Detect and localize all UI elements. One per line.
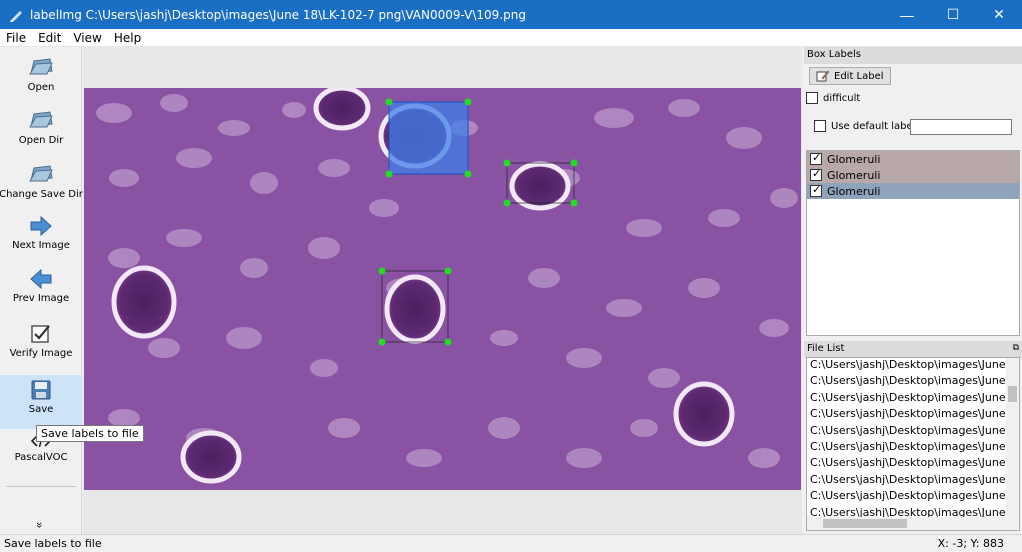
change-save-dir-button[interactable]: Change Save Dir — [0, 160, 83, 200]
title-bar: labelImg C:\Users\jashj\Desktop\images\J… — [0, 0, 1022, 29]
next-image-label: Next Image — [12, 240, 70, 251]
label-item-text: Glomeruli — [827, 184, 881, 198]
minimize-button[interactable]: — — [884, 0, 930, 29]
label-list-item[interactable]: Glomeruli — [807, 183, 1019, 199]
checkbox-icon — [31, 325, 50, 343]
toolbar-more-icon[interactable]: » — [33, 522, 45, 528]
app-icon — [10, 10, 22, 22]
cursor-coordinates: X: -3; Y: 883 — [937, 537, 1004, 550]
label-visible-checkbox[interactable] — [810, 167, 822, 181]
file-list-title: File List — [807, 343, 845, 354]
window-title: labelImg C:\Users\jashj\Desktop\images\J… — [30, 7, 526, 22]
change-save-dir-label: Change Save Dir — [0, 189, 83, 200]
label-list-item[interactable]: Glomeruli — [807, 151, 1019, 167]
edit-label-text: Edit Label — [834, 70, 884, 82]
file-list-title-bar: File List ⧉ — [804, 341, 1022, 358]
file-list-item[interactable]: C:\Users\jashj\Desktop\images\June 18 — [807, 456, 1019, 472]
edit-label-button[interactable]: Edit Label — [809, 67, 891, 85]
menu-edit[interactable]: Edit — [32, 31, 67, 45]
file-list-item[interactable]: C:\Users\jashj\Desktop\images\June 18 — [807, 391, 1019, 407]
file-list-item[interactable]: C:\Users\jashj\Desktop\images\June 18 — [807, 440, 1019, 456]
save-label: Save — [28, 404, 54, 415]
use-default-label-label: Use default label — [831, 120, 916, 132]
arrow-right-icon — [30, 215, 52, 237]
box-labels-title: Box Labels — [804, 47, 1022, 64]
left-toolbar: Open Open Dir Change Save Dir Next Image… — [0, 47, 83, 534]
file-list[interactable]: C:\Users\jashj\Desktop\images\June 18 C:… — [806, 357, 1020, 531]
verify-image-button[interactable]: Verify Image — [0, 323, 82, 359]
difficult-checkbox[interactable] — [806, 92, 818, 104]
file-list-item[interactable]: C:\Users\jashj\Desktop\images\June 18 — [807, 489, 1019, 505]
file-list-item[interactable]: C:\Users\jashj\Desktop\images\June 18 — [807, 358, 1019, 374]
histology-image — [84, 88, 801, 490]
menu-bar: File Edit View Help — [0, 29, 1022, 47]
open-dir-button[interactable]: Open Dir — [0, 106, 82, 146]
toolbar-divider — [6, 486, 76, 487]
maximize-button[interactable]: ☐ — [930, 0, 976, 29]
menu-file[interactable]: File — [0, 31, 32, 45]
label-item-text: Glomeruli — [827, 152, 881, 166]
prev-image-label: Prev Image — [12, 293, 70, 304]
folder-icon — [29, 58, 53, 75]
label-visible-checkbox[interactable] — [810, 151, 822, 165]
close-button[interactable]: ✕ — [976, 0, 1022, 29]
floppy-icon — [31, 380, 51, 400]
folder-icon — [29, 165, 53, 182]
file-list-hscrollbar[interactable] — [807, 517, 1019, 530]
use-default-label-checkbox[interactable] — [814, 120, 826, 132]
open-label: Open — [27, 82, 55, 93]
edit-icon — [816, 70, 830, 82]
canvas-area[interactable] — [83, 47, 802, 534]
label-list-item[interactable]: Glomeruli — [807, 167, 1019, 183]
file-list-item[interactable]: C:\Users\jashj\Desktop\images\June 18 — [807, 424, 1019, 440]
menu-help[interactable]: Help — [108, 31, 147, 45]
prev-image-button[interactable]: Prev Image — [0, 268, 82, 304]
file-list-item[interactable]: C:\Users\jashj\Desktop\images\June 18 — [807, 407, 1019, 423]
save-button[interactable]: Save — [0, 375, 82, 429]
default-label-input[interactable] — [910, 119, 1012, 135]
label-item-text: Glomeruli — [827, 168, 881, 182]
file-list-item[interactable]: C:\Users\jashj\Desktop\images\June 18 — [807, 473, 1019, 489]
status-bar: Save labels to file X: -3; Y: 883 — [0, 534, 1022, 552]
verify-image-label: Verify Image — [9, 348, 73, 359]
open-dir-label: Open Dir — [18, 135, 64, 146]
difficult-label: difficult — [823, 92, 861, 104]
label-list: Glomeruli Glomeruli Glomeruli — [806, 150, 1020, 336]
right-panel: Box Labels Edit Label difficult Use defa… — [804, 47, 1022, 534]
vscroll-thumb[interactable] — [1008, 386, 1017, 402]
pascalvoc-label: PascalVOC — [14, 452, 68, 463]
folder-icon — [29, 111, 53, 128]
next-image-button[interactable]: Next Image — [0, 215, 82, 251]
save-tooltip: Save labels to file — [36, 425, 144, 442]
float-dock-icon[interactable]: ⧉ — [1013, 343, 1019, 356]
hscroll-thumb[interactable] — [823, 519, 907, 528]
arrow-left-icon — [30, 268, 52, 290]
tissue-image[interactable] — [84, 88, 801, 490]
open-button[interactable]: Open — [0, 53, 82, 93]
menu-view[interactable]: View — [67, 31, 107, 45]
status-message: Save labels to file — [4, 537, 102, 550]
file-list-vscrollbar[interactable] — [1006, 358, 1019, 518]
file-list-item[interactable]: C:\Users\jashj\Desktop\images\June 18 — [807, 374, 1019, 390]
label-visible-checkbox[interactable] — [810, 183, 822, 197]
